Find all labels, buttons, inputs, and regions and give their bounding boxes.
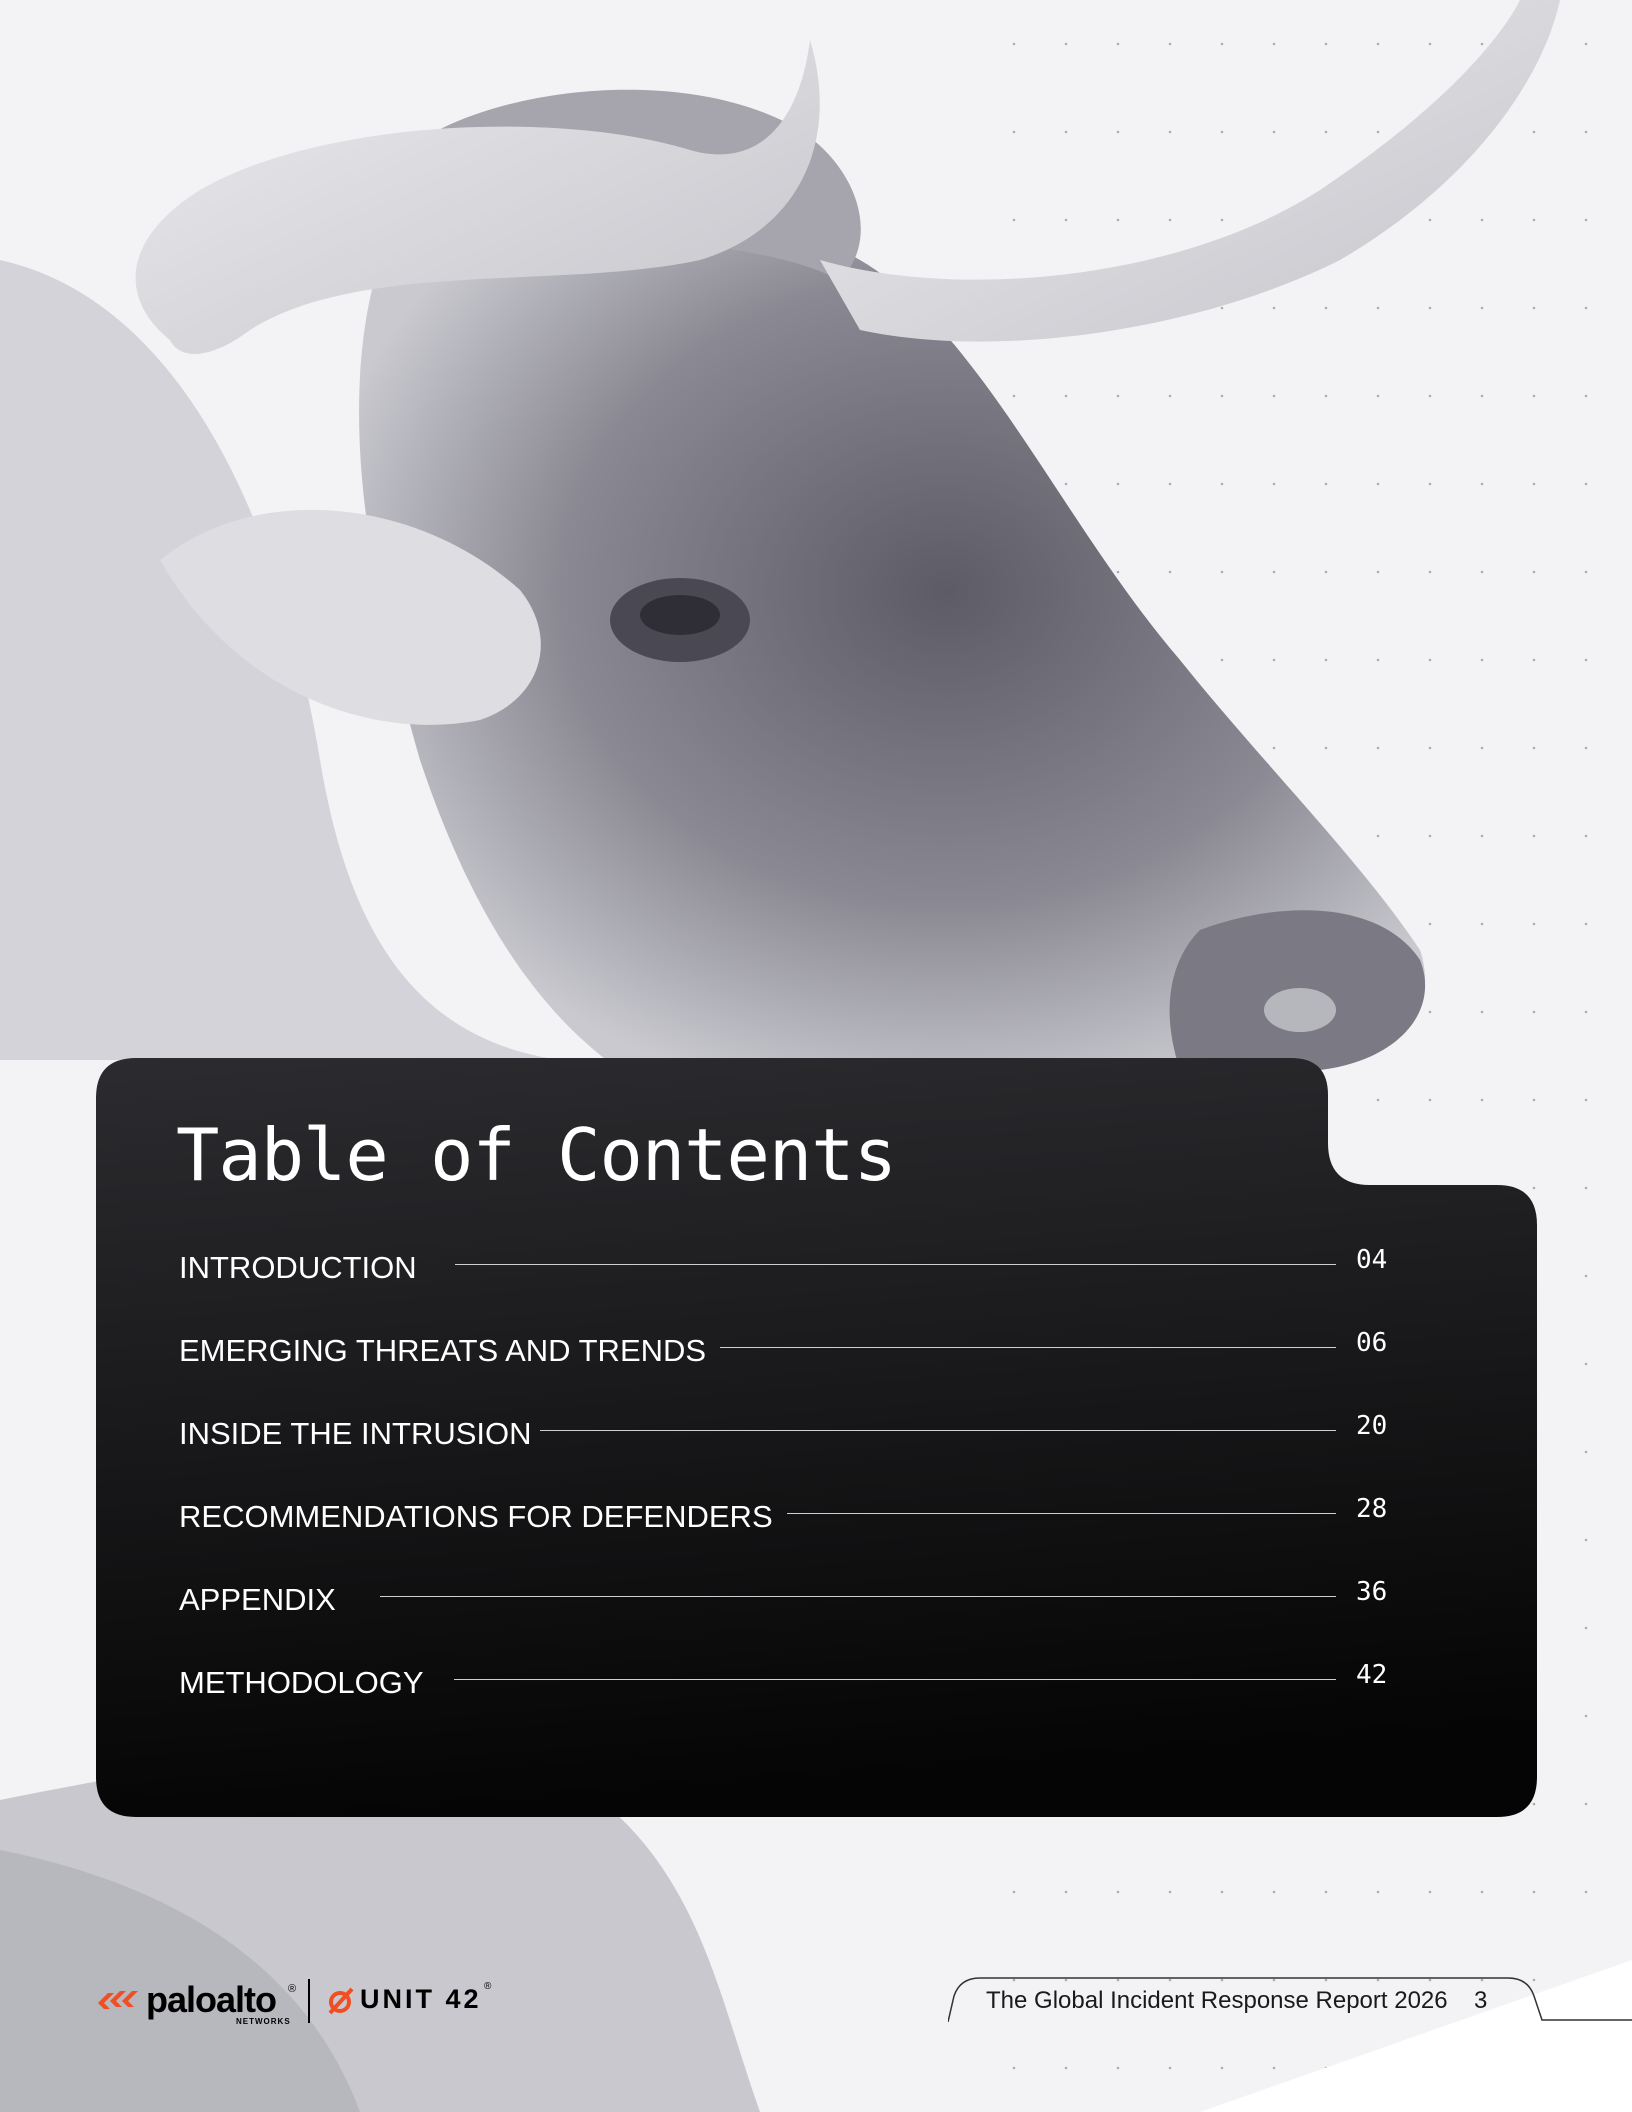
toc-item-page: 36 xyxy=(1356,1577,1388,1607)
toc-item-page: 04 xyxy=(1356,1245,1388,1275)
toc-item-label: RECOMMENDATIONS FOR DEFENDERS xyxy=(179,1499,773,1534)
toc-item-appendix[interactable]: APPENDIX 36 xyxy=(179,1577,1392,1620)
toc-leader-line xyxy=(720,1346,1336,1348)
toc-leader-line xyxy=(379,1595,1336,1597)
report-title: The Global Incident Response Report 2026 xyxy=(986,1987,1448,2014)
toc-item-label: APPENDIX xyxy=(179,1582,336,1617)
paloalto-logo-icon xyxy=(98,1991,138,2009)
paloalto-networks-label: NETWORKS xyxy=(236,2017,291,2026)
toc-leader-line xyxy=(454,1263,1336,1265)
toc-item-page: 42 xyxy=(1356,1660,1388,1690)
toc-title: Table of Contents xyxy=(176,1113,897,1197)
toc-item-methodology[interactable]: METHODOLOGY 42 xyxy=(179,1660,1392,1703)
toc-leader-line xyxy=(539,1429,1336,1431)
unit42-wordmark: UNIT 42 xyxy=(360,1984,482,2014)
toc-leader-line xyxy=(453,1678,1336,1680)
page-number: 3 xyxy=(1474,1987,1488,2014)
registered-mark: ® xyxy=(288,1983,297,1995)
toc-card: Table of Contents INTRODUCTION 04 EMERGI… xyxy=(96,1058,1537,1817)
toc-item-label: INTRODUCTION xyxy=(179,1250,417,1285)
toc-item-label: METHODOLOGY xyxy=(179,1665,424,1700)
registered-mark: ® xyxy=(484,1981,492,1992)
footer-tab: The Global Incident Response Report 2026… xyxy=(948,1976,1632,2026)
toc-item-page: 20 xyxy=(1356,1411,1388,1441)
toc-item-page: 28 xyxy=(1356,1494,1388,1524)
logo-divider xyxy=(308,1979,310,2023)
toc-item-recommendations[interactable]: RECOMMENDATIONS FOR DEFENDERS 28 xyxy=(179,1494,1392,1537)
toc-item-label: EMERGING THREATS AND TRENDS xyxy=(179,1333,707,1368)
paloalto-wordmark: paloalto xyxy=(146,1979,277,2020)
toc-leader-line xyxy=(786,1512,1336,1514)
toc-item-label: INSIDE THE INTRUSION xyxy=(179,1416,532,1451)
toc-item-emerging-threats[interactable]: EMERGING THREATS AND TRENDS 06 xyxy=(179,1328,1392,1371)
footer-logos: paloalto ® NETWORKS UNIT 42 ® xyxy=(96,1975,516,2026)
toc-item-page: 06 xyxy=(1356,1328,1388,1358)
toc-item-introduction[interactable]: INTRODUCTION 04 xyxy=(179,1245,1392,1288)
toc-item-inside-intrusion[interactable]: INSIDE THE INTRUSION 20 xyxy=(179,1411,1392,1454)
unit42-logo-icon xyxy=(328,1987,354,2015)
